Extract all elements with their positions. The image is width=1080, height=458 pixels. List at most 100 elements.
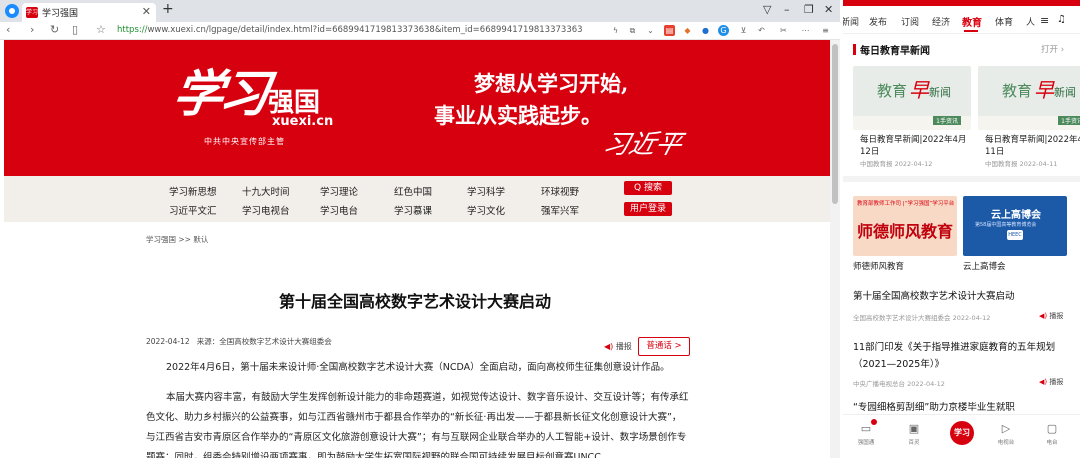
reader-icon[interactable]: ▯ — [72, 23, 78, 36]
headphones-icon[interactable]: ♫ — [1057, 14, 1066, 25]
card-title[interactable]: 每日教育早新闻|2022年4月12日 — [860, 134, 976, 158]
divider — [843, 176, 1080, 182]
tab-subscribe[interactable]: 订阅 — [901, 15, 919, 28]
banner-label[interactable]: 师德师风教育 — [853, 260, 904, 272]
news-item-title[interactable]: “专园细格剪刮细”助力京楼毕业生就职 — [853, 402, 1071, 414]
breadcrumb[interactable]: 学习强国 >> 默认 — [146, 234, 208, 245]
game-icon[interactable]: ◆ — [682, 25, 693, 36]
menu-icon[interactable]: ≡ — [1040, 14, 1049, 27]
tab-economy[interactable]: 经济 — [932, 15, 950, 28]
tab-education[interactable]: 教育 — [962, 14, 982, 29]
browser-logo-icon[interactable] — [5, 4, 19, 18]
back-icon[interactable]: ‹ — [6, 23, 10, 36]
nav-link[interactable]: 学习电台 — [320, 203, 358, 217]
compat-icon[interactable]: ⧉ — [627, 25, 638, 36]
tab-list-icon[interactable]: ▽ — [763, 3, 771, 16]
play-audio-button[interactable]: ◀) 播报 — [604, 341, 632, 352]
minimize-button[interactable]: – — [784, 3, 790, 16]
news-item-source: 中央广播电视总台 2022-04-12 — [853, 380, 945, 388]
address-bar[interactable]: https://www.xuexi.cn/lgpage/detail/index… — [117, 25, 583, 35]
speaker-icon: ◀) — [1039, 378, 1048, 386]
login-button[interactable]: 用户登录 — [624, 202, 672, 216]
news-item-title[interactable]: 11部门印发《关于指导推进家庭教育的五年规划（2021—2025年）》 — [853, 339, 1071, 373]
play-label: 播报 — [1049, 378, 1064, 386]
search-button[interactable]: Q 搜索 — [624, 181, 672, 195]
bottom-nav-item[interactable]: ▷ 电视台 — [991, 422, 1021, 446]
section-marker — [853, 44, 856, 55]
nav-link[interactable]: 学习慕课 — [394, 203, 432, 217]
undo-icon[interactable]: ↶ — [756, 25, 767, 36]
news-play-button[interactable]: ◀) 播报 — [1039, 311, 1063, 321]
translate-icon[interactable]: G — [718, 25, 729, 36]
nav-link[interactable]: 学习新思想 — [169, 184, 217, 198]
article-paragraph: 本届大赛内容丰富，有鼓励大学生发挥创新设计能力的非命题赛道，如视觉传达设计、数字… — [146, 392, 689, 458]
scissors-icon[interactable]: ✂ — [778, 25, 789, 36]
tab-news[interactable]: 新闻 — [843, 15, 859, 28]
tab-people[interactable]: 人 — [1026, 15, 1035, 28]
thumb-text: 新闻 — [929, 86, 951, 99]
promo-banner[interactable]: 云上高博会 第58届中国高等教育博览会 HEEC — [963, 196, 1067, 256]
bottom-nav: ▭ 强国通 ▣ 百灵 学习 ▷ 电视台 ▢ 电台 — [843, 414, 1080, 458]
card-title[interactable]: 每日教育早新闻|2022年4月11日 — [985, 134, 1080, 158]
signature: 习近平 — [599, 130, 686, 160]
download-icon[interactable]: ⊻ — [738, 25, 749, 36]
site-logo-domain: xuexi.cn — [272, 114, 334, 129]
forward-icon[interactable]: › — [30, 23, 34, 36]
nav-link[interactable]: 强军兴军 — [541, 203, 579, 217]
extension-red-icon[interactable]: ▤ — [664, 25, 675, 36]
thumb-text: 教育 — [1002, 82, 1033, 100]
nav-link[interactable]: 学习电视台 — [242, 203, 290, 217]
nav-link[interactable]: 习近平文汇 — [169, 203, 217, 217]
nav-link[interactable]: 十九大时间 — [242, 184, 290, 198]
thumb-badge: 1手资讯 — [933, 116, 961, 125]
active-tab-indicator — [964, 30, 978, 32]
banner-label[interactable]: 云上高博会 — [963, 260, 1006, 272]
slogan-line-2: 事业从实践起步。 — [434, 103, 602, 128]
dialect-button[interactable]: 普通话 > — [638, 337, 690, 356]
mobile-app-screen: 新闻 发布 订阅 经济 教育 体育 人 ≡ ♫ 每日教育早新闻 打开 › 教育 … — [843, 0, 1080, 458]
browser-tab[interactable]: 学习 学习强国 ✕ — [22, 3, 156, 22]
lightning-icon[interactable]: ϟ — [610, 25, 621, 36]
dropdown-icon[interactable]: ⌄ — [645, 25, 656, 36]
banner-caption: 教育部教师工作司 |“学习强国”学习平台 — [857, 201, 955, 207]
tab-publish[interactable]: 发布 — [869, 15, 887, 28]
thumb-text: 早 — [909, 78, 929, 102]
tab-sports[interactable]: 体育 — [995, 15, 1013, 28]
nav-link[interactable]: 学习理论 — [320, 184, 358, 198]
extension-blue-icon[interactable]: ● — [700, 25, 711, 36]
promo-banner[interactable]: 教育部教师工作司 |“学习强国”学习平台 师德师风教育 — [853, 196, 957, 256]
close-window-button[interactable]: ✕ — [824, 3, 833, 16]
section-open-link[interactable]: 打开 › — [1041, 43, 1064, 55]
speaker-icon: ◀) — [1039, 312, 1048, 320]
site-logo-subtitle: 中共中央宣传部主管 — [204, 137, 285, 146]
bottom-nav-item[interactable]: ▢ 电台 — [1037, 422, 1067, 446]
site-logo-script[interactable]: 学习 — [169, 54, 271, 126]
radio-icon: ▢ — [1046, 422, 1058, 435]
news-item-title[interactable]: 第十届全国高校数字艺术设计大赛启动 — [853, 288, 1071, 305]
bottom-nav-item[interactable]: ▣ 百灵 — [899, 422, 929, 446]
nav-link[interactable]: 学习科学 — [467, 184, 505, 198]
tab-close-icon[interactable]: ✕ — [142, 5, 151, 18]
page-scrollbar[interactable] — [830, 40, 840, 458]
nav-link[interactable]: 环球视野 — [541, 184, 579, 198]
thumb-text: 新闻 — [1054, 86, 1076, 99]
home-study-button[interactable]: 学习 — [950, 421, 974, 445]
url-path: www.xuexi.cn/lgpage/detail/index.html?id… — [147, 25, 583, 35]
bookmark-star-icon[interactable]: ☆ — [96, 23, 106, 36]
news-thumbnail[interactable]: 教育 早 新闻 1手资讯 — [978, 66, 1080, 130]
card-meta: 中国教育报 2022-04-11 — [985, 160, 1058, 168]
article-title: 第十届全国高校数字艺术设计大赛启动 — [278, 292, 551, 311]
more-icon[interactable]: ⋯ — [800, 25, 811, 36]
scrollbar-thumb[interactable] — [832, 44, 838, 204]
new-tab-button[interactable]: + — [162, 1, 174, 17]
bottom-nav-item[interactable]: ▭ 强国通 — [851, 422, 881, 446]
notification-dot — [871, 419, 877, 425]
nav-link[interactable]: 红色中国 — [394, 184, 432, 198]
news-play-button[interactable]: ◀) 播报 — [1039, 377, 1063, 387]
news-thumbnail[interactable]: 教育 早 新闻 1手资讯 — [853, 66, 971, 130]
nav-link[interactable]: 学习文化 — [467, 203, 505, 217]
hamburger-menu-icon[interactable]: ≡ — [820, 25, 831, 36]
restore-button[interactable]: ❐ — [804, 3, 814, 16]
reload-icon[interactable]: ↻ — [50, 23, 59, 36]
tab-strip: 学习 学习强国 ✕ + ▽ – ❐ ✕ — [0, 0, 840, 22]
